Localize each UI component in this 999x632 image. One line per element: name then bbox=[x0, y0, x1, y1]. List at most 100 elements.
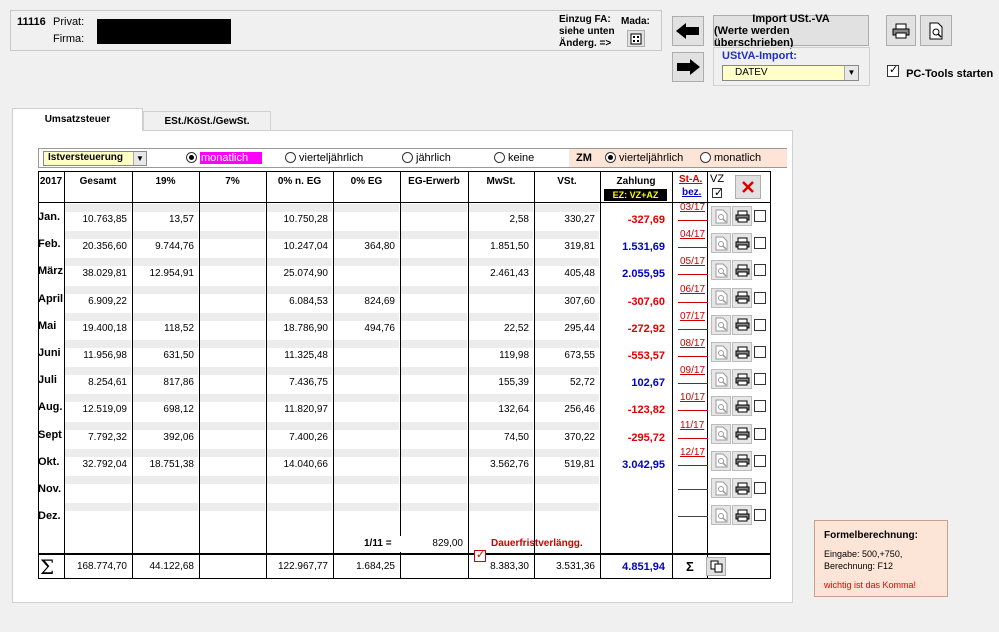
back-arrow-button[interactable] bbox=[672, 16, 704, 46]
value-cell[interactable]: 10.247,04 bbox=[267, 240, 332, 255]
value-cell[interactable]: 698,12 bbox=[133, 403, 198, 418]
value-cell[interactable] bbox=[200, 376, 265, 391]
row-print-button[interactable] bbox=[732, 314, 752, 335]
value-cell[interactable] bbox=[469, 512, 533, 527]
vz-all-checkbox[interactable] bbox=[712, 186, 723, 199]
vz-checkbox[interactable] bbox=[754, 237, 766, 250]
vz-checkbox[interactable] bbox=[754, 427, 766, 440]
value-cell[interactable] bbox=[200, 267, 265, 282]
value-cell[interactable] bbox=[200, 512, 265, 527]
value-cell[interactable]: 1.851,50 bbox=[469, 240, 533, 255]
sondervz-value[interactable]: 829,00 bbox=[400, 536, 466, 552]
row-preview-button[interactable] bbox=[711, 287, 731, 308]
tab-umsatzsteuer[interactable]: Umsatzsteuer bbox=[12, 108, 143, 131]
vz-checkbox[interactable] bbox=[754, 346, 766, 358]
value-cell[interactable] bbox=[65, 485, 131, 499]
value-cell[interactable]: 330,27 bbox=[535, 213, 599, 227]
value-cell[interactable]: 295,44 bbox=[535, 321, 599, 336]
value-cell[interactable]: 10.763,85 bbox=[65, 213, 131, 227]
value-cell[interactable]: 319,81 bbox=[535, 240, 599, 255]
value-cell[interactable]: 631,50 bbox=[133, 349, 198, 363]
row-preview-button[interactable] bbox=[711, 478, 731, 498]
vz-checkbox[interactable] bbox=[754, 509, 766, 522]
value-cell[interactable] bbox=[334, 349, 399, 363]
st-a-date[interactable]: 08/17 bbox=[680, 338, 705, 349]
value-cell[interactable] bbox=[334, 430, 399, 445]
value-cell[interactable]: 7.400,26 bbox=[267, 430, 332, 445]
value-cell[interactable] bbox=[133, 512, 198, 527]
value-cell[interactable] bbox=[535, 485, 599, 499]
value-cell[interactable] bbox=[401, 240, 467, 255]
st-a-date[interactable]: 06/17 bbox=[680, 284, 705, 295]
forward-arrow-button[interactable] bbox=[672, 52, 704, 82]
value-cell[interactable]: 19.400,18 bbox=[65, 321, 131, 336]
value-cell[interactable] bbox=[401, 430, 467, 445]
period-vierteljaehrlich[interactable]: vierteljährlich bbox=[285, 152, 363, 164]
row-print-button[interactable] bbox=[732, 342, 752, 362]
value-cell[interactable] bbox=[200, 213, 265, 227]
period-jaehrlich[interactable]: jährlich bbox=[402, 152, 451, 164]
import-ustva-button[interactable]: Import USt.-VA (Werte werden überschrieb… bbox=[713, 13, 869, 49]
value-cell[interactable] bbox=[401, 512, 467, 527]
period-keine[interactable]: keine bbox=[494, 152, 534, 164]
value-cell[interactable]: 20.356,60 bbox=[65, 240, 131, 255]
st-a-date[interactable]: 07/17 bbox=[680, 311, 705, 322]
row-print-button[interactable] bbox=[732, 287, 752, 308]
value-cell[interactable]: 824,69 bbox=[334, 294, 399, 309]
value-cell[interactable]: 25.074,90 bbox=[267, 267, 332, 282]
value-cell[interactable] bbox=[334, 512, 399, 527]
value-cell[interactable] bbox=[401, 376, 467, 391]
value-cell[interactable] bbox=[334, 485, 399, 499]
value-cell[interactable]: 3.562,76 bbox=[469, 457, 533, 472]
value-cell[interactable]: 519,81 bbox=[535, 457, 599, 472]
row-print-button[interactable] bbox=[732, 505, 752, 526]
value-cell[interactable]: 494,76 bbox=[334, 321, 399, 336]
value-cell[interactable] bbox=[334, 267, 399, 282]
value-cell[interactable] bbox=[334, 457, 399, 472]
st-a-date[interactable]: 04/17 bbox=[680, 229, 705, 240]
vz-checkbox[interactable] bbox=[754, 291, 766, 304]
value-cell[interactable]: 14.040,66 bbox=[267, 457, 332, 472]
zm-monatlich[interactable]: monatlich bbox=[700, 152, 761, 164]
value-cell[interactable] bbox=[401, 403, 467, 418]
value-cell[interactable]: 22,52 bbox=[469, 321, 533, 336]
value-cell[interactable]: 118,52 bbox=[133, 321, 198, 336]
value-cell[interactable] bbox=[200, 294, 265, 309]
value-cell[interactable] bbox=[401, 267, 467, 282]
value-cell[interactable] bbox=[401, 213, 467, 227]
value-cell[interactable] bbox=[200, 485, 265, 499]
clear-button[interactable] bbox=[735, 175, 761, 199]
value-cell[interactable] bbox=[200, 430, 265, 445]
value-cell[interactable] bbox=[133, 294, 198, 309]
value-cell[interactable] bbox=[334, 376, 399, 391]
row-preview-button[interactable] bbox=[711, 342, 731, 362]
row-preview-button[interactable] bbox=[711, 423, 731, 444]
value-cell[interactable]: 8.254,61 bbox=[65, 376, 131, 391]
value-cell[interactable]: 132,64 bbox=[469, 403, 533, 418]
value-cell[interactable]: 18.751,38 bbox=[133, 457, 198, 472]
value-cell[interactable] bbox=[133, 485, 198, 499]
copy-button[interactable] bbox=[706, 557, 726, 576]
row-print-button[interactable] bbox=[732, 450, 752, 471]
st-a-date[interactable]: 11/17 bbox=[680, 420, 704, 431]
value-cell[interactable] bbox=[334, 213, 399, 227]
st-a-date[interactable]: 03/17 bbox=[680, 202, 705, 213]
mada-button[interactable] bbox=[627, 30, 645, 47]
value-cell[interactable]: 10.750,28 bbox=[267, 213, 332, 227]
vz-checkbox[interactable] bbox=[754, 264, 766, 277]
row-print-button[interactable] bbox=[732, 369, 752, 390]
row-print-button[interactable] bbox=[732, 396, 752, 417]
value-cell[interactable]: 9.744,76 bbox=[133, 240, 198, 255]
vz-checkbox[interactable] bbox=[754, 373, 766, 386]
pctools-row[interactable]: PC-Tools starten bbox=[887, 63, 993, 80]
value-cell[interactable]: 52,72 bbox=[535, 376, 599, 391]
value-cell[interactable]: 155,39 bbox=[469, 376, 533, 391]
row-preview-button[interactable] bbox=[711, 396, 731, 417]
value-cell[interactable]: 307,60 bbox=[535, 294, 599, 309]
row-preview-button[interactable] bbox=[711, 505, 731, 526]
value-cell[interactable] bbox=[65, 512, 131, 527]
print-preview-button[interactable] bbox=[920, 15, 952, 46]
value-cell[interactable]: 11.820,97 bbox=[267, 403, 332, 418]
st-a-date[interactable]: 10/17 bbox=[680, 392, 705, 403]
value-cell[interactable] bbox=[200, 457, 265, 472]
